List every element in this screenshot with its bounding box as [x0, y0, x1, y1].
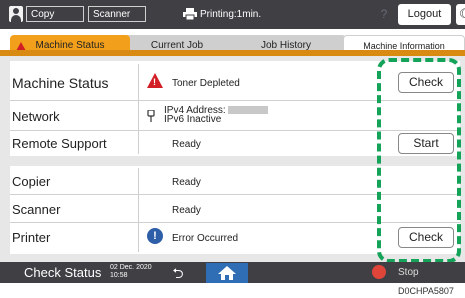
user-icon[interactable]: [9, 6, 23, 22]
figure-code: D0CHPA5807: [398, 286, 454, 296]
stop-icon[interactable]: [372, 265, 386, 279]
copy-app-button[interactable]: Copy: [26, 6, 84, 22]
check-status-button[interactable]: Check Status: [24, 263, 101, 283]
printer-label: Printer: [12, 230, 51, 245]
warning-icon-mark: !: [153, 77, 156, 87]
copier-value: Ready: [172, 177, 201, 188]
scanner-label: Scanner: [12, 202, 61, 217]
printer-value: Error Occurred: [172, 233, 239, 244]
error-info-icon: !: [147, 228, 163, 244]
time-label: 10:58: [110, 272, 128, 279]
remote-support-value: Ready: [172, 139, 201, 150]
network-label: Network: [12, 109, 60, 124]
ipv4-redacted: [227, 106, 268, 115]
logout-button[interactable]: Logout: [398, 4, 451, 25]
printing-status: Printing:1min.: [200, 9, 262, 20]
date-label: 02 Dec. 2020: [110, 264, 152, 271]
home-button[interactable]: [206, 263, 248, 283]
highlight-frame: [377, 58, 461, 263]
stop-label: Stop: [398, 267, 419, 278]
ipv6-label: IPv6 Inactive: [164, 114, 222, 125]
network-plug-icon: [147, 110, 155, 122]
home-icon: [218, 266, 236, 280]
back-arrow-icon[interactable]: ⮌: [160, 264, 196, 282]
machine-status-label: Machine Status: [12, 75, 109, 91]
scanner-app-button[interactable]: Scanner: [88, 6, 146, 22]
column-divider: [138, 168, 139, 252]
moon-icon: ☾: [459, 6, 465, 21]
date-time: 02 Dec. 2020 10:58: [110, 264, 152, 280]
network-value: IPv4 Address: IPv6 Inactive: [164, 106, 268, 125]
scanner-value: Ready: [172, 205, 201, 216]
copier-label: Copier: [12, 174, 51, 189]
column-divider: [138, 64, 139, 154]
printer-icon: [183, 8, 197, 20]
remote-support-label: Remote Support: [12, 136, 107, 151]
machine-status-value: Toner Depleted: [172, 78, 240, 89]
help-button[interactable]: ?: [372, 5, 396, 24]
